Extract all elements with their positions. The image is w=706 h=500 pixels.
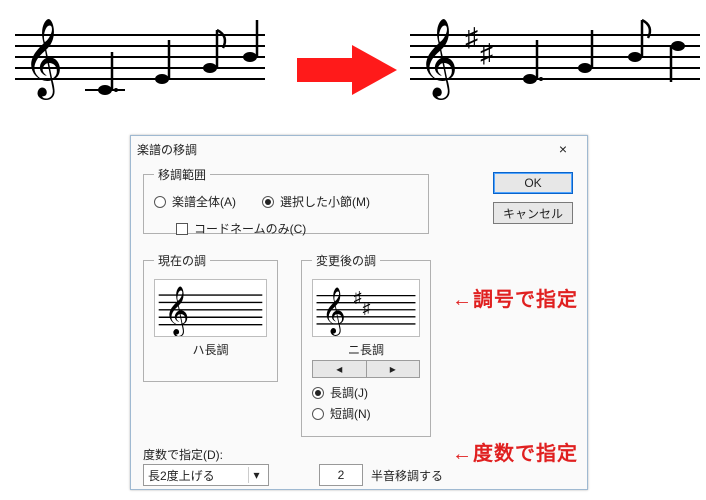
annotation-degree: ←度数で指定 (452, 437, 578, 466)
after-staff: 𝄞 ♯ ♯ (410, 10, 700, 100)
range-selected-label: 選択した小節(M) (280, 193, 370, 210)
range-all-radio[interactable]: 楽譜全体(A) (154, 193, 236, 210)
minor-radio[interactable]: 短調(N) (312, 405, 420, 422)
degree-select[interactable]: 長2度上げる ▾ (143, 464, 269, 486)
semitones-field[interactable]: 2 (319, 464, 363, 486)
svg-text:♯: ♯ (354, 290, 362, 307)
svg-text:𝄞: 𝄞 (23, 19, 63, 100)
chordnames-checkbox[interactable]: コードネームのみ(C) (176, 220, 418, 237)
chevron-down-icon: ▾ (248, 467, 264, 483)
degree-select-value: 長2度上げる (148, 467, 215, 484)
svg-text:𝄞: 𝄞 (418, 19, 458, 100)
range-all-label: 楽譜全体(A) (172, 193, 236, 210)
current-key-name: ハ長調 (154, 341, 267, 358)
range-selected-radio[interactable]: 選択した小節(M) (262, 193, 370, 210)
annotation-key: ←調号で指定 (452, 283, 578, 312)
current-key-legend: 現在の調 (154, 252, 210, 269)
close-button[interactable]: × (545, 138, 581, 160)
range-group: 移調範囲 楽譜全体(A) 選択した小節(M) コードネームのみ(C) (143, 166, 429, 234)
cancel-button[interactable]: キャンセル (493, 202, 573, 224)
before-staff: 𝄞 (15, 10, 265, 100)
dialog-title: 楽譜の移調 (137, 141, 545, 158)
semitones-label: 半音移調する (371, 467, 443, 484)
major-radio[interactable]: 長調(J) (312, 384, 420, 401)
svg-text:𝄞: 𝄞 (322, 287, 346, 336)
key-next-button[interactable]: ▸ (366, 360, 421, 378)
close-icon: × (559, 141, 567, 157)
key-prev-button[interactable]: ◂ (312, 360, 366, 378)
current-key-staff: 𝄞 (154, 279, 267, 337)
ok-button[interactable]: OK (493, 172, 573, 194)
post-key-name: ニ長調 (312, 341, 420, 358)
arrow-left-icon: ◂ (336, 362, 342, 376)
transpose-arrow (297, 45, 397, 98)
svg-text:♯: ♯ (465, 23, 478, 52)
major-label: 長調(J) (330, 384, 368, 401)
post-key-staff: 𝄞 ♯ ♯ (312, 279, 420, 337)
post-key-legend: 変更後の調 (312, 252, 380, 269)
ok-label: OK (524, 176, 541, 190)
chordnames-label: コードネームのみ(C) (194, 220, 306, 237)
svg-text:𝄞: 𝄞 (164, 287, 189, 337)
post-key-group: 変更後の調 𝄞 ♯ ♯ ニ長調 ◂ ▸ (301, 252, 431, 437)
current-key-group: 現在の調 𝄞 ハ長調 (143, 252, 278, 382)
degree-label: 度数で指定(D): (143, 446, 223, 463)
cancel-label: キャンセル (503, 205, 563, 222)
svg-text:♯: ♯ (480, 39, 493, 68)
svg-text:♯: ♯ (362, 300, 370, 317)
minor-label: 短調(N) (330, 405, 371, 422)
semitones-value: 2 (338, 468, 345, 482)
range-legend: 移調範囲 (154, 166, 210, 183)
arrow-right-icon: ▸ (390, 362, 396, 376)
